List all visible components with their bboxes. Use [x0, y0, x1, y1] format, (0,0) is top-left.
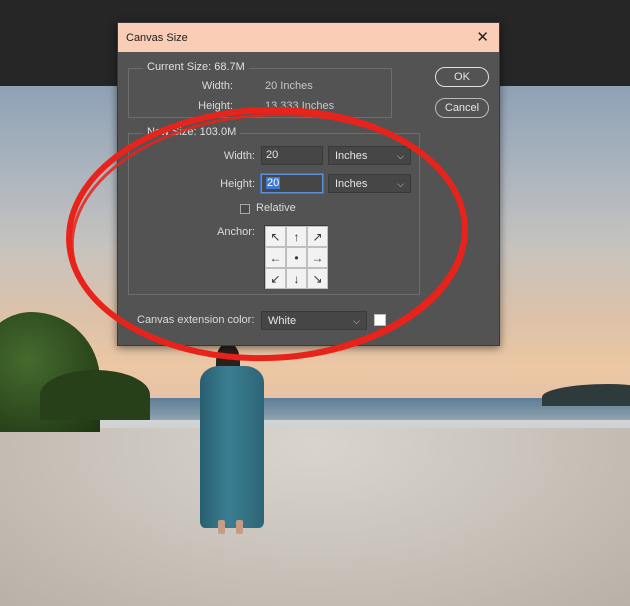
chevron-down-icon: ⌵ [397, 178, 404, 189]
cancel-button[interactable]: Cancel [435, 98, 489, 118]
current-width-label: Width: [201, 80, 233, 92]
right-leg [236, 520, 243, 534]
width-unit-value: Inches [335, 149, 368, 162]
dialog-title: Canvas Size [126, 31, 188, 44]
close-icon[interactable]: ✕ [476, 30, 489, 45]
new-height-input[interactable]: 20 [261, 174, 323, 193]
relative-label: Relative [256, 202, 296, 214]
left-leg [218, 520, 225, 534]
anchor-left-icon[interactable]: ← [265, 247, 286, 268]
anchor-center-icon[interactable]: • [286, 247, 307, 268]
extension-color-value: White [268, 314, 297, 327]
new-width-input[interactable]: 20 [261, 146, 323, 165]
current-height-label: Height: [198, 100, 233, 112]
current-height-value: 13.333 Inches [265, 100, 335, 112]
anchor-top-right-icon[interactable]: ↗ [307, 226, 328, 247]
blue-dress [200, 366, 264, 528]
dialog-title-bar[interactable]: Canvas Size ✕ [118, 23, 499, 52]
anchor-bottom-right-icon[interactable]: ↘ [307, 268, 328, 289]
anchor-bottom-left-icon[interactable]: ↙ [265, 268, 286, 289]
anchor-grid: ↖ ↑ ↗ ← • → ↙ ↓ ↘ [264, 225, 328, 289]
extension-color-swatch[interactable] [374, 314, 386, 326]
green-headland-base [40, 370, 150, 420]
current-width-value: 20 Inches [265, 80, 313, 92]
new-height-value-selected: 20 [266, 177, 281, 189]
ok-button[interactable]: OK [435, 67, 489, 87]
new-size-label: New Size: 103.0M [143, 126, 241, 138]
anchor-bottom-icon[interactable]: ↓ [286, 268, 307, 289]
new-height-label: Height: [220, 178, 255, 190]
relative-checkbox[interactable] [240, 204, 250, 214]
sand [0, 428, 630, 606]
extension-color-label: Canvas extension color: [137, 314, 255, 326]
woman-figure [196, 344, 272, 534]
anchor-right-icon[interactable]: → [307, 247, 328, 268]
width-unit-select[interactable]: Inches ⌵ [328, 146, 411, 165]
chevron-down-icon: ⌵ [353, 315, 360, 326]
chevron-down-icon: ⌵ [397, 150, 404, 161]
current-size-label: Current Size: 68.7M [143, 61, 249, 73]
canvas-size-dialog: Canvas Size ✕ Current Size: 68.7M Width:… [117, 22, 500, 346]
anchor-label: Anchor: [217, 226, 255, 238]
current-size-group: Current Size: 68.7M [128, 61, 392, 118]
legs [212, 520, 246, 534]
anchor-top-left-icon[interactable]: ↖ [265, 226, 286, 247]
height-unit-select[interactable]: Inches ⌵ [328, 174, 411, 193]
extension-color-select[interactable]: White ⌵ [261, 311, 367, 330]
new-width-label: Width: [223, 150, 255, 162]
height-unit-value: Inches [335, 177, 368, 190]
anchor-top-icon[interactable]: ↑ [286, 226, 307, 247]
